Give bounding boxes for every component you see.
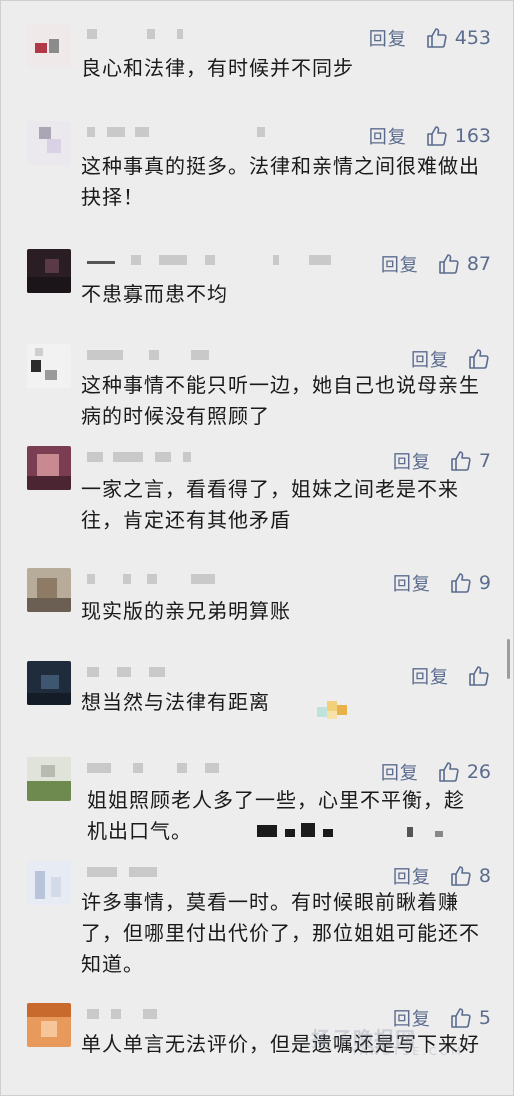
thumbs-up-icon [426, 126, 447, 146]
avatar[interactable] [27, 1003, 71, 1047]
thumbs-up-icon [469, 349, 489, 369]
like-button[interactable]: 26 [437, 760, 491, 784]
comment-actions: 回复 453 [369, 23, 491, 53]
reply-button[interactable]: 回复 [411, 663, 449, 689]
comment-text: 良心和法律，有时候并不同步 [81, 56, 354, 80]
like-count: 7 [478, 450, 491, 472]
reply-button[interactable]: 回复 [393, 570, 431, 596]
avatar[interactable] [27, 446, 71, 490]
avatar[interactable] [27, 121, 71, 165]
avatar[interactable] [27, 568, 71, 612]
like-button[interactable]: 453 [425, 26, 491, 50]
reply-button[interactable]: 回复 [381, 251, 419, 277]
comment-text: 一家之言，看看得了，姐妹之间老是不来往，肯定还有其他矛盾 [81, 477, 459, 532]
reply-button[interactable]: 回复 [411, 346, 449, 372]
avatar[interactable] [27, 661, 71, 705]
like-count: 87 [466, 253, 491, 275]
comment-actions: 回复 163 [369, 121, 491, 151]
like-button[interactable]: 87 [437, 252, 491, 276]
thumbs-up-icon [451, 573, 471, 593]
watermark-url: YANGTSE.COM [351, 1045, 464, 1058]
thumbs-up-icon [439, 254, 459, 274]
like-count: 163 [454, 125, 491, 147]
thumbs-up-icon [451, 451, 471, 471]
comment-text: 现实版的亲兄弟明算账 [81, 599, 291, 623]
comment-text: 许多事情，莫看一时。有时候眼前瞅着赚了，但哪里付出代价了，那位姐姐可能还不知道。 [81, 890, 480, 976]
comment-text: 姐姐照顾老人多了一些，心里不平衡，趁机出口气。 [87, 788, 465, 843]
comment-feed: 回复 453 良心和法律，有时候并不同步 回复 163 这种事真的挺多。法律和亲… [0, 0, 514, 1096]
thumbs-up-icon [439, 762, 459, 782]
comment-text: 想当然与法律有距离 [81, 690, 270, 714]
thumbs-up-icon [451, 866, 471, 886]
avatar[interactable] [27, 249, 71, 293]
thumbs-up-icon [426, 28, 447, 48]
like-button[interactable]: 8 [449, 864, 491, 888]
reply-button[interactable]: 回复 [393, 448, 431, 474]
avatar[interactable] [27, 344, 71, 388]
like-button[interactable]: 9 [449, 571, 491, 595]
like-count: 26 [466, 761, 491, 783]
comment-text: 这种事情不能只听一边，她自己也说母亲生病的时候没有照顾了 [81, 373, 480, 428]
scrollbar[interactable] [507, 639, 510, 679]
thumbs-up-icon [469, 666, 489, 686]
avatar[interactable] [27, 757, 71, 801]
avatar[interactable] [27, 23, 71, 67]
comment-actions: 回复 26 [381, 757, 491, 787]
comment-actions: 回复 9 [393, 568, 491, 598]
like-count: 453 [454, 27, 491, 49]
like-count: 8 [478, 865, 491, 887]
avatar[interactable] [27, 861, 71, 905]
like-count: 9 [478, 572, 491, 594]
reply-button[interactable]: 回复 [381, 759, 419, 785]
comment-text: 不患寡而患不均 [81, 282, 228, 306]
comment-actions: 回复 87 [381, 249, 491, 279]
comment-text: 这种事真的挺多。法律和亲情之间很难做出抉择！ [81, 154, 480, 209]
reply-button[interactable]: 回复 [369, 25, 407, 51]
like-button[interactable]: 163 [425, 124, 491, 148]
like-button[interactable]: 7 [449, 449, 491, 473]
like-button[interactable] [467, 664, 491, 688]
comment-actions: 回复 7 [393, 446, 491, 476]
reply-button[interactable]: 回复 [369, 123, 407, 149]
reply-button[interactable]: 回复 [393, 863, 431, 889]
like-button[interactable] [467, 347, 491, 371]
